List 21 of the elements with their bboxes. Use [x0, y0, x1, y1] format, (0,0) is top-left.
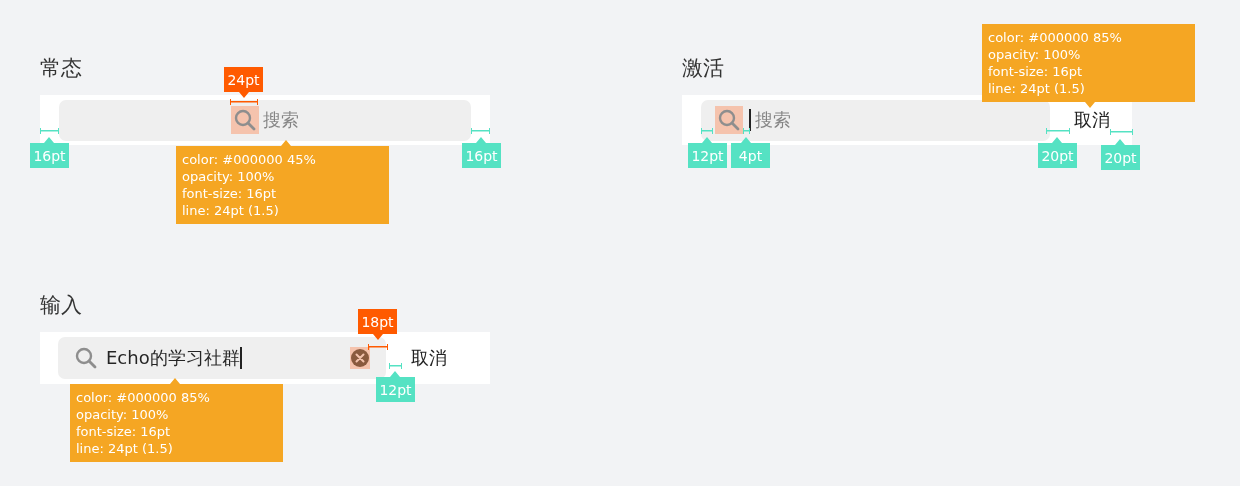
section-title: 常态: [40, 55, 82, 82]
search-text: Echo的学习社群: [106, 346, 240, 370]
dimension-label: 12pt: [688, 137, 727, 168]
search-placeholder: 搜索: [263, 108, 299, 132]
clear-icon[interactable]: [350, 347, 370, 369]
cancel-button[interactable]: 取消: [1074, 105, 1110, 135]
spec-callout: color: #000000 85% opacity: 100% font-size: 16pt line: 24pt (1.5): [982, 24, 1195, 108]
dimension-label: 20pt: [1038, 137, 1077, 168]
search-placeholder: 搜索: [755, 108, 791, 132]
cancel-button[interactable]: 取消: [411, 343, 447, 373]
dimension-label: 20pt: [1101, 139, 1140, 170]
search-field[interactable]: Echo的学习社群: [58, 337, 386, 379]
dimension-label: 24pt: [224, 67, 263, 98]
section-title: 输入: [40, 292, 82, 319]
spec-callout: color: #000000 85% opacity: 100% font-size: 16pt line: 24pt (1.5): [70, 378, 283, 462]
dimension-label: 12pt: [376, 371, 415, 402]
dimension-label: 16pt: [462, 137, 501, 168]
dimension-label: 18pt: [358, 309, 397, 340]
dimension-label: 16pt: [30, 137, 69, 168]
section-title: 激活: [682, 55, 724, 82]
spec-callout: color: #000000 45% opacity: 100% font-size: 16pt line: 24pt (1.5): [176, 140, 389, 224]
